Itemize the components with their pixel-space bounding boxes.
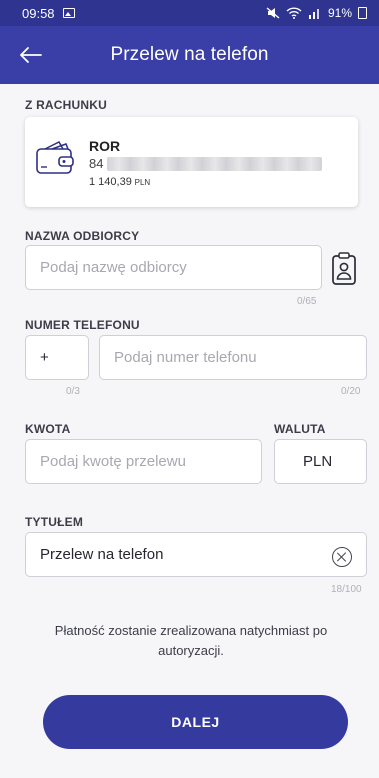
wifi-icon [286,7,302,19]
currency-label: WALUTA [274,422,326,436]
amount-input[interactable]: Podaj kwotę przelewu [25,439,262,484]
transfer-title-value: Przelew na telefon [40,546,164,563]
page-title: Przelew na telefon [110,44,269,65]
back-arrow-icon[interactable] [16,42,44,68]
account-number-prefix: 84 [89,156,104,171]
from-account-label: Z RACHUNKU [25,98,107,112]
recipient-placeholder: Podaj nazwę odbiorcy [40,259,187,276]
info-text: Płatność zostanie zrealizowana natychmia… [54,623,328,658]
balance-currency: PLN [134,178,151,187]
contact-book-icon[interactable] [330,250,358,286]
phone-counter: 0/20 [341,386,361,397]
phone-prefix-counter: 0/3 [66,386,80,397]
next-button[interactable]: DALEJ [43,695,348,749]
transfer-title-counter: 18/100 [331,584,362,595]
mute-icon [266,7,280,19]
recipient-counter: 0/65 [297,296,317,307]
transfer-title-input[interactable]: Przelew na telefon [25,532,367,577]
battery-icon [358,7,367,19]
amount-label: KWOTA [25,422,71,436]
currency-select[interactable]: PLN [274,439,367,484]
recipient-input[interactable]: Podaj nazwę odbiorcy [25,245,322,290]
account-number-masked [107,156,323,171]
app-bar: Przelew na telefon [0,26,379,84]
phone-label: NUMER TELEFONU [25,318,140,332]
battery-percent: 91% [327,6,352,20]
account-name: ROR [89,138,121,154]
phone-placeholder: Podaj numer telefonu [114,349,257,366]
phone-prefix-input[interactable]: + [25,335,89,380]
account-number: 84 [89,156,323,171]
currency-value: PLN [303,453,333,470]
balance-amount: 1 140,39 [89,176,132,188]
transfer-title-label: TYTUŁEM [25,515,84,529]
recipient-label: NAZWA ODBIORCY [25,229,140,243]
wallet-icon [36,141,74,174]
account-balance: 1 140,39 PLN [89,176,150,188]
phone-prefix-value: + [40,349,49,366]
clear-icon[interactable] [332,547,352,567]
amount-placeholder: Podaj kwotę przelewu [40,453,186,470]
gallery-notification-icon [62,8,75,18]
signal-icon [308,9,319,19]
account-card[interactable]: ROR 84 1 140,39 PLN [25,117,358,207]
phone-number-input[interactable]: Podaj numer telefonu [99,335,367,380]
status-time: 09:58 [22,5,55,21]
status-bar: 09:58 91% [0,0,379,26]
